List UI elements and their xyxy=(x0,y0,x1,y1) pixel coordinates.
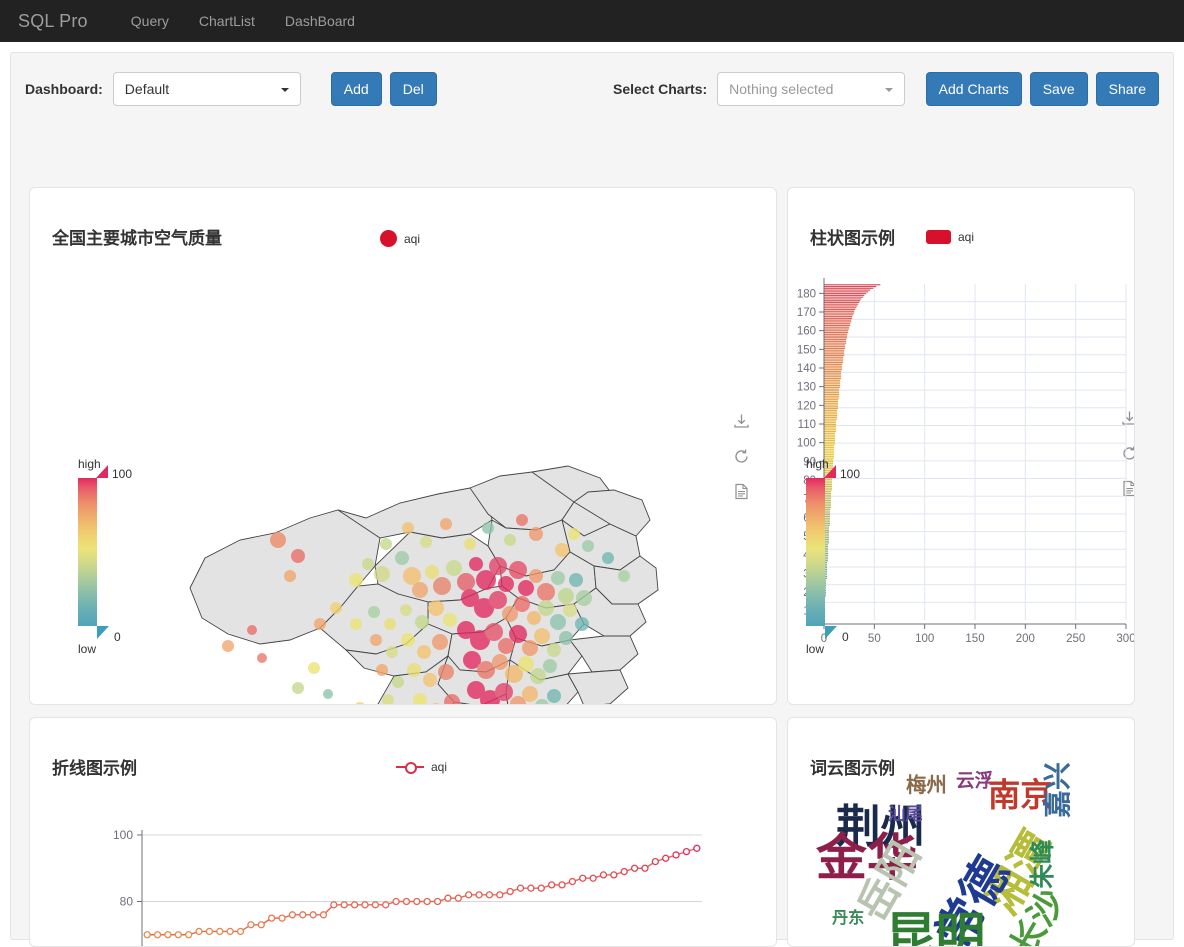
svg-text:170: 170 xyxy=(797,307,816,319)
toolbar-actions: Add Charts Save Share xyxy=(918,72,1159,106)
chevron-down-icon xyxy=(280,88,289,92)
svg-text:100: 100 xyxy=(797,438,816,450)
visualmap-max-value: 100 xyxy=(112,467,133,481)
svg-text:130: 130 xyxy=(797,382,816,394)
svg-text:300: 300 xyxy=(1116,633,1135,645)
svg-text:180: 180 xyxy=(797,288,816,300)
add-button[interactable]: Add xyxy=(330,72,382,106)
map-legend-label: aqi xyxy=(404,231,421,246)
wordcloud-word[interactable]: 嘉兴 xyxy=(1036,762,1076,818)
visualmap-min-value: 0 xyxy=(842,630,849,644)
share-button[interactable]: Share xyxy=(1095,72,1159,106)
visualmap-max-value: 100 xyxy=(840,467,861,481)
line-plot-svg: 80 100 xyxy=(113,828,702,946)
chart-card-line: 折线图示例 aqi 80 100 xyxy=(29,717,777,947)
select-charts-group: Select Charts: Nothing selected xyxy=(613,72,906,106)
dashboard-select-group: Dashboard: Default Add Del xyxy=(25,72,437,106)
wordcloud-word[interactable]: 汕尾 xyxy=(888,800,923,825)
svg-text:100: 100 xyxy=(915,633,934,645)
add-charts-button[interactable]: Add Charts xyxy=(925,72,1022,106)
visualmap-max-handle-icon xyxy=(824,465,836,478)
svg-text:50: 50 xyxy=(868,633,881,645)
dashboard-panel: Dashboard: Default Add Del Select Charts… xyxy=(10,52,1174,947)
wordcloud-word[interactable]: 梅州 xyxy=(906,768,947,798)
nav-link-dashboard[interactable]: DashBoard xyxy=(270,13,370,29)
chart-card-bar: 柱状图示例 aqi 180 170 160 150 140 130 120 11… xyxy=(787,187,1135,705)
svg-text:150: 150 xyxy=(797,344,816,356)
save-image-icon[interactable] xyxy=(733,413,750,435)
chevron-down-icon xyxy=(885,88,894,92)
china-map[interactable] xyxy=(170,458,690,705)
dashboard-label: Dashboard: xyxy=(25,81,103,97)
dashboard-select[interactable]: Default xyxy=(112,72,301,106)
wordcloud-word[interactable]: 昆明 xyxy=(886,896,985,946)
svg-text:200: 200 xyxy=(1016,633,1035,645)
chart-card-map: 全国主要城市空气质量 aqi high 100 0 low xyxy=(29,187,777,705)
visualmap-min-handle-icon xyxy=(97,626,109,639)
dashboard-toolbar: Dashboard: Default Add Del Select Charts… xyxy=(11,53,1173,125)
map-toolbox xyxy=(733,413,750,505)
nav-link-chartlist[interactable]: ChartList xyxy=(184,13,270,29)
restore-icon[interactable] xyxy=(733,448,750,470)
navbar: SQL Pro Query ChartList DashBoard xyxy=(0,0,1184,42)
visualmap-min-handle-icon xyxy=(825,626,837,639)
svg-text:100: 100 xyxy=(113,828,133,842)
bar-visualmap[interactable]: high 100 0 low xyxy=(806,457,860,656)
visualmap-gradient-bar[interactable] xyxy=(78,478,97,626)
visualmap-max-handle-icon xyxy=(96,465,108,478)
chart-grid: 全国主要城市空气质量 aqi high 100 0 low 柱状图示例 aqi … xyxy=(29,187,1157,947)
bar-plot-svg: 1801701601501401301201101009080706050403… xyxy=(797,278,1135,645)
visualmap-low-text: low xyxy=(78,642,97,656)
svg-text:110: 110 xyxy=(798,419,816,431)
save-button[interactable]: Save xyxy=(1029,72,1088,106)
wordcloud-word[interactable]: 丹东 xyxy=(832,904,864,928)
line-plot-area[interactable]: 80 100 xyxy=(30,718,776,946)
map-chart-title: 全国主要城市空气质量 xyxy=(52,229,222,248)
nav-link-query[interactable]: Query xyxy=(116,13,184,29)
chart-card-wordcloud: 词云图示例 荆州 梅州 云浮 南京 金华 汕尾 岳阳 湘潭 嘉兴 朱峰 常德 丹东 昆明 长沙 xyxy=(787,717,1135,947)
svg-text:120: 120 xyxy=(797,400,816,412)
select-charts-label: Select Charts: xyxy=(613,81,708,97)
visualmap-min-value: 0 xyxy=(114,630,121,644)
svg-text:140: 140 xyxy=(797,363,816,375)
map-visualmap[interactable]: high 100 0 low xyxy=(78,457,132,656)
visualmap-gradient-bar[interactable] xyxy=(806,478,825,626)
svg-text:160: 160 xyxy=(797,326,816,338)
dashboard-select-value: Default xyxy=(124,81,170,97)
del-button[interactable]: Del xyxy=(389,72,437,106)
svg-text:250: 250 xyxy=(1066,633,1085,645)
visualmap-low-text: low xyxy=(806,642,825,656)
map-legend-aqi[interactable]: aqi xyxy=(380,230,420,247)
select-charts-dropdown[interactable]: Nothing selected xyxy=(717,72,906,106)
svg-text:80: 80 xyxy=(120,895,134,909)
select-charts-value: Nothing selected xyxy=(729,81,834,97)
legend-marker-icon xyxy=(380,230,397,247)
data-view-icon[interactable] xyxy=(733,483,750,505)
brand-logo[interactable]: SQL Pro xyxy=(18,11,88,32)
map-scatter-points[interactable] xyxy=(170,458,690,705)
bar-plot-area[interactable]: 1801701601501401301201101009080706050403… xyxy=(788,188,1135,704)
svg-text:150: 150 xyxy=(965,633,984,645)
wordcloud-area[interactable]: 荆州 梅州 云浮 南京 金华 汕尾 岳阳 湘潭 嘉兴 朱峰 常德 丹东 昆明 长沙 xyxy=(788,718,1134,946)
